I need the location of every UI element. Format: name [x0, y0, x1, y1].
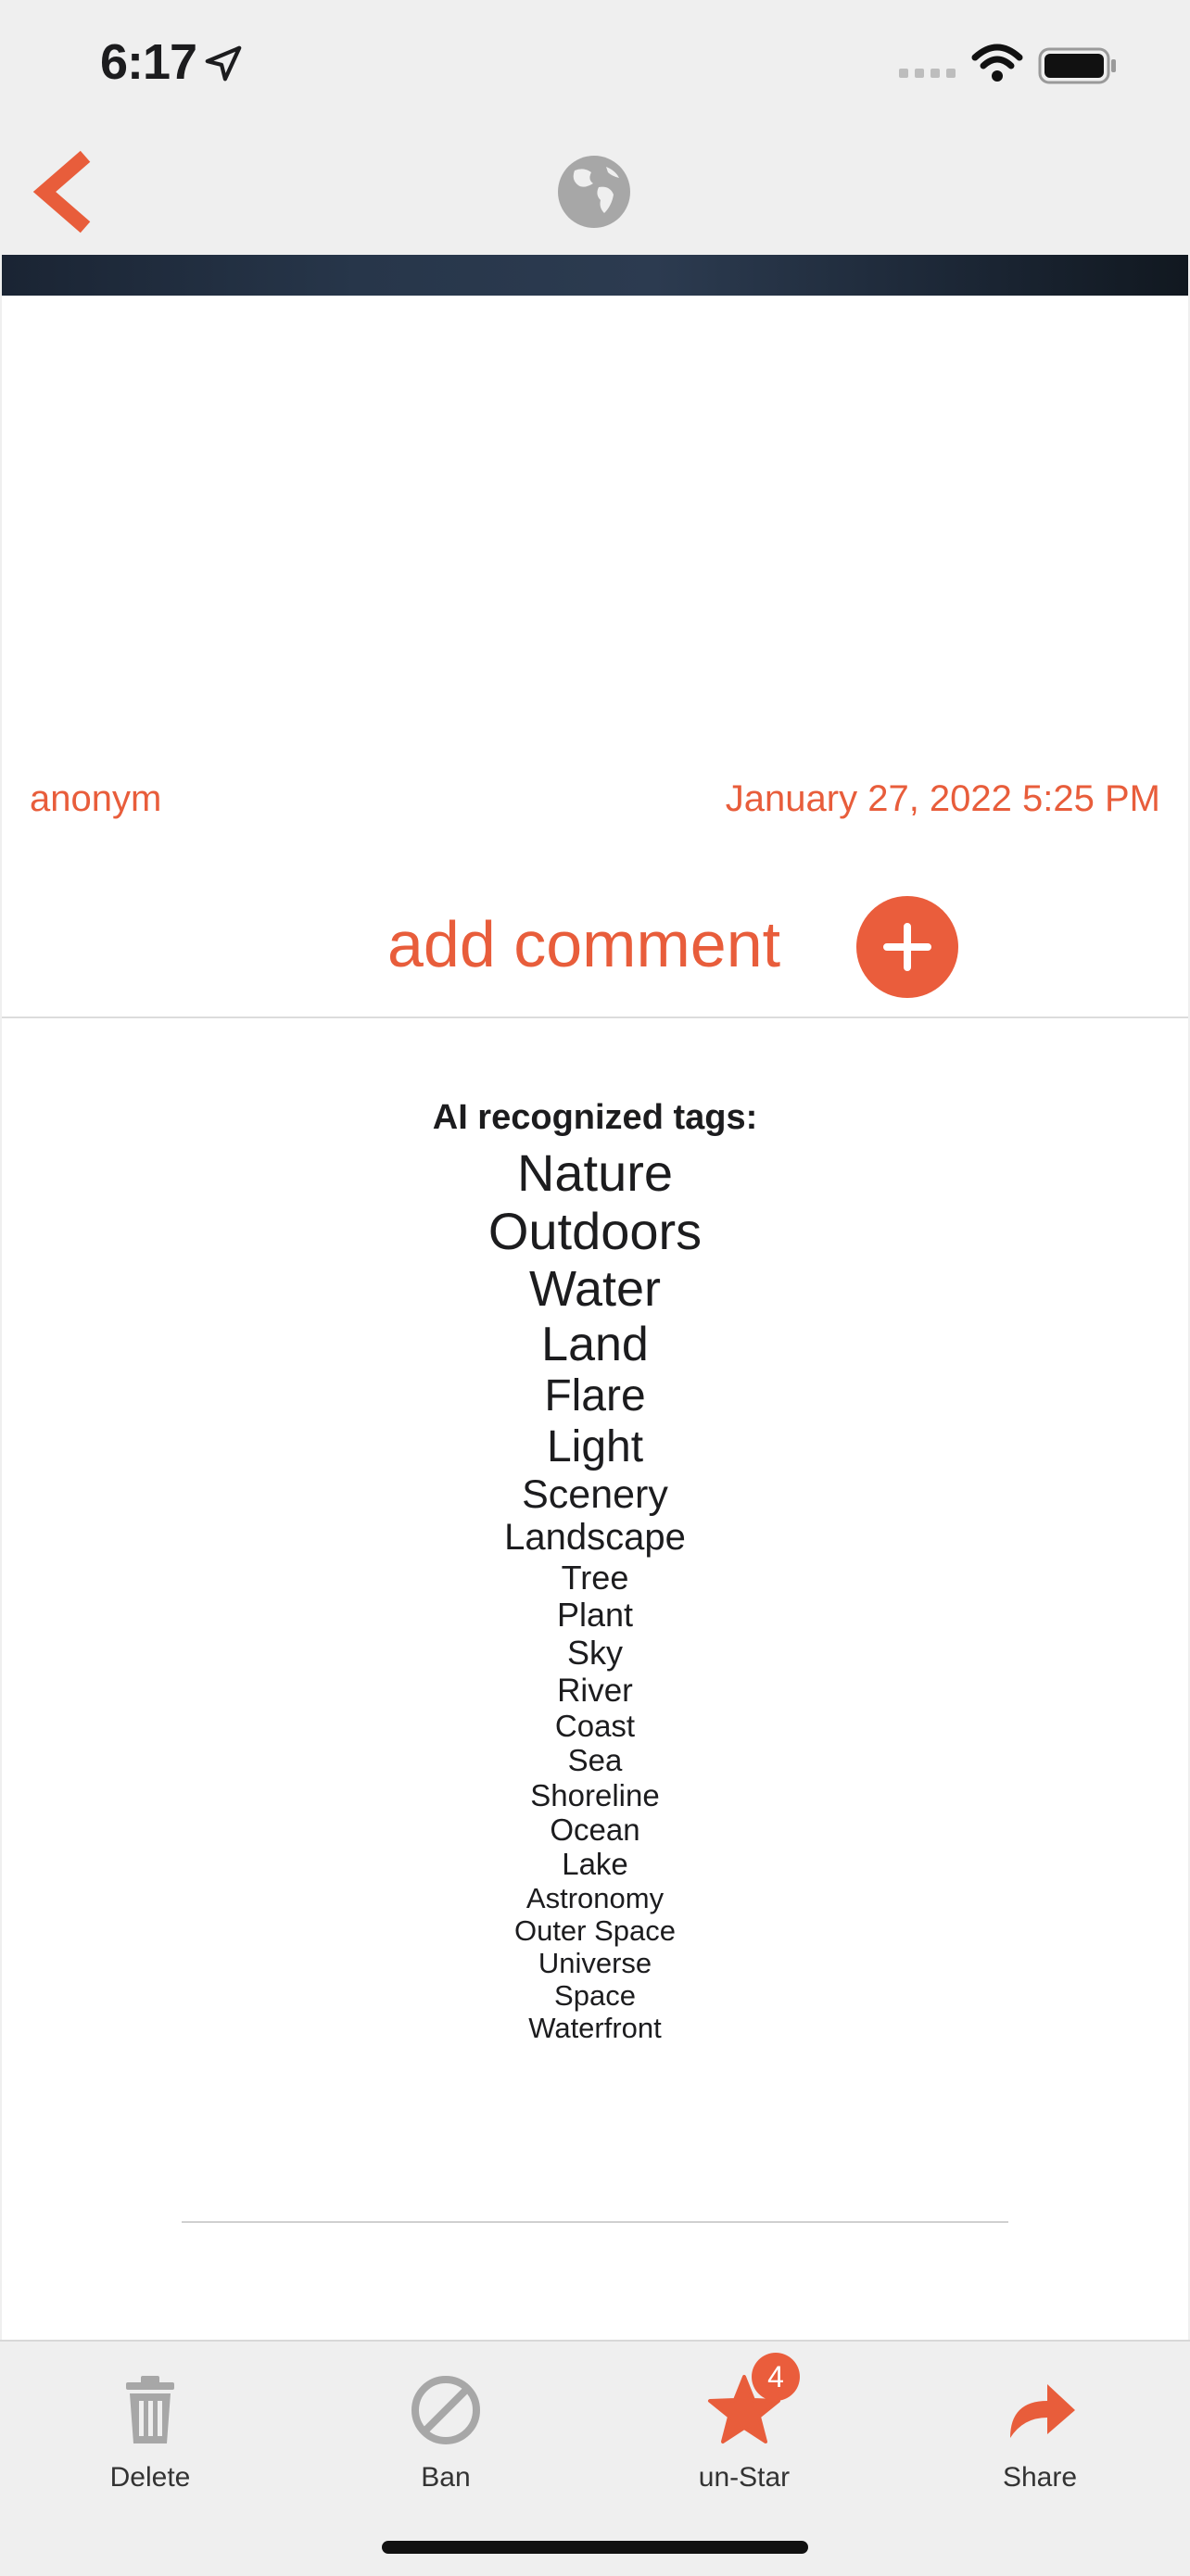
tag-item: River — [557, 1672, 633, 1709]
navigation-bar — [0, 130, 1190, 255]
location-arrow-icon — [205, 45, 242, 82]
tag-item: Scenery — [522, 1471, 668, 1517]
divider — [2, 1017, 1188, 1018]
ai-tags-section: AI recognized tags: Nature Outdoors Wate… — [2, 1098, 1188, 2044]
trash-icon — [126, 2376, 174, 2443]
add-comment-label[interactable]: add comment — [387, 907, 780, 981]
post-meta: anonym January 27, 2022 5:25 PM — [2, 778, 1188, 834]
tag-item: Coast — [554, 1709, 636, 1744]
tag-item: Sky — [566, 1633, 623, 1672]
status-time: 6:17 — [100, 34, 197, 90]
share-button[interactable]: Share — [947, 2369, 1133, 2499]
delete-label: Delete — [109, 2462, 191, 2493]
tag-item: Flare — [544, 1371, 646, 1421]
add-comment-button[interactable] — [856, 896, 958, 998]
unstar-button[interactable]: 4 un-Star — [652, 2353, 837, 2499]
cellular-signal-icon — [899, 69, 956, 78]
tag-item: Universe — [538, 1946, 652, 1979]
tag-item: Outer Space — [513, 1913, 677, 1947]
post-date: January 27, 2022 5:25 PM — [725, 778, 1160, 819]
home-indicator — [382, 2541, 808, 2554]
tag-item: Waterfront — [528, 2011, 662, 2044]
tag-item: Landscape — [504, 1517, 686, 1559]
share-icon — [1010, 2384, 1075, 2438]
tag-item: Plant — [556, 1596, 634, 1635]
divider — [182, 2221, 1008, 2223]
tag-item: Astronomy — [525, 1881, 665, 1914]
plus-icon — [883, 923, 931, 971]
tag-item: Outdoors — [487, 1202, 703, 1261]
delete-button[interactable]: Delete — [57, 2369, 243, 2499]
post-photo[interactable] — [2, 255, 1188, 296]
tag-item: Light — [546, 1421, 644, 1471]
ban-icon — [411, 2376, 480, 2444]
tag-item: Space — [554, 1978, 636, 2012]
globe-icon — [558, 156, 630, 228]
author-name[interactable]: anonym — [30, 778, 161, 820]
star-count-badge: 4 — [752, 2353, 800, 2401]
bottom-toolbar: Delete Ban 4 un-Star Share — [0, 2340, 1190, 2576]
back-button[interactable] — [28, 150, 102, 234]
tag-item: Shoreline — [530, 1777, 660, 1812]
ban-button[interactable]: Ban — [353, 2369, 538, 2499]
tag-item: Land — [541, 1317, 649, 1371]
ban-label: Ban — [421, 2462, 471, 2493]
add-comment-row: add comment — [2, 894, 1188, 1005]
tag-item: Water — [528, 1260, 661, 1317]
battery-icon — [1038, 47, 1116, 84]
tags-title: AI recognized tags: — [432, 1098, 758, 1137]
status-bar: 6:17 — [0, 0, 1190, 130]
wifi-icon — [971, 44, 1023, 82]
tag-item: Nature — [516, 1143, 674, 1202]
tag-item: Lake — [562, 1847, 628, 1882]
tag-item: Ocean — [550, 1812, 640, 1847]
share-label: Share — [1002, 2462, 1078, 2493]
post-content: anonym January 27, 2022 5:25 PM add comm… — [2, 255, 1188, 2340]
tag-item: Sea — [567, 1743, 623, 1778]
tag-item: Tree — [561, 1558, 629, 1597]
unstar-label: un-Star — [698, 2462, 791, 2493]
